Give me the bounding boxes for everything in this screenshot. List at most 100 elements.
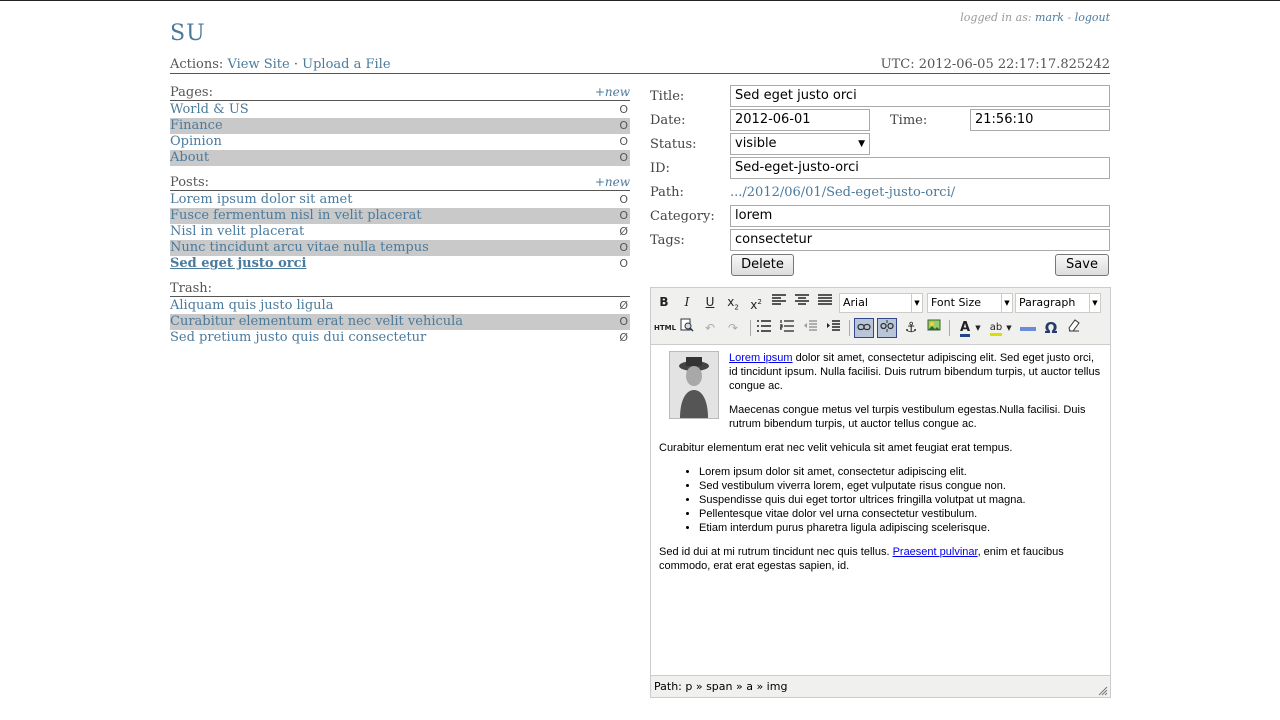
undo-icon[interactable]: ↶ bbox=[700, 318, 720, 338]
post-link[interactable]: Lorem ipsum dolor sit amet bbox=[170, 192, 352, 207]
page-link[interactable]: About bbox=[170, 150, 209, 165]
bold-icon[interactable]: B bbox=[654, 292, 674, 312]
id-input[interactable]: Sed-eget-justo-orci bbox=[730, 157, 1110, 179]
id-label: ID: bbox=[650, 161, 670, 176]
list-item[interactable]: About O bbox=[170, 150, 630, 166]
highlight-color-icon[interactable]: ab bbox=[986, 318, 1006, 338]
element-path[interactable]: Path: p » span » a » img bbox=[654, 680, 787, 693]
save-button[interactable]: Save bbox=[1055, 254, 1109, 276]
status-icon[interactable]: O bbox=[619, 150, 628, 166]
status-icon[interactable]: Ø bbox=[619, 224, 628, 240]
status-icon[interactable]: O bbox=[619, 240, 628, 256]
italic-icon[interactable]: I bbox=[677, 292, 697, 312]
text-color-icon[interactable]: A bbox=[955, 318, 975, 338]
editor-toolbar-row-1: B I U x2 x2 Arial ▼ Font Size ▼ Paragraph ▼ bbox=[651, 289, 1110, 315]
editor-link[interactable]: Praesent pulvinar bbox=[893, 546, 978, 558]
align-left-icon[interactable] bbox=[769, 292, 789, 312]
chevron-down-icon[interactable]: ▼ bbox=[1004, 318, 1014, 338]
align-justify-icon[interactable] bbox=[815, 292, 835, 312]
list-item[interactable]: Opinion O bbox=[170, 134, 630, 150]
tags-input[interactable]: consectetur bbox=[730, 229, 1110, 251]
chevron-down-icon: ▼ bbox=[858, 139, 865, 149]
list-item[interactable]: Lorem ipsum dolor sit amet O bbox=[170, 192, 630, 208]
font-family-select[interactable]: Arial ▼ bbox=[839, 293, 923, 313]
list-item[interactable]: Aliquam quis justo ligula Ø bbox=[170, 298, 630, 314]
logged-in-label: logged in as: bbox=[960, 11, 1032, 24]
chevron-down-icon[interactable]: ▼ bbox=[973, 318, 983, 338]
list-item[interactable]: Nunc tincidunt arcu vitae nulla tempus O bbox=[170, 240, 630, 256]
list-item: Lorem ipsum dolor sit amet, consectetur … bbox=[699, 465, 1102, 479]
html-source-icon[interactable]: HTML bbox=[654, 318, 676, 338]
list-item[interactable]: Finance O bbox=[170, 118, 630, 134]
logout-link[interactable]: logout bbox=[1075, 11, 1110, 24]
new-post-link[interactable]: +new bbox=[595, 175, 630, 189]
trash-link[interactable]: Aliquam quis justo ligula bbox=[170, 298, 333, 313]
outdent-icon[interactable] bbox=[800, 318, 820, 338]
delete-button[interactable]: Delete bbox=[731, 254, 794, 276]
list-item[interactable]: Curabitur elementum erat nec velit vehic… bbox=[170, 314, 630, 330]
horizontal-rule-icon[interactable] bbox=[1018, 318, 1038, 338]
bullet-list-icon[interactable] bbox=[754, 318, 774, 338]
site-logo[interactable]: SU bbox=[170, 21, 206, 46]
editor-content[interactable]: Lorem ipsum dolor sit amet, consectetur … bbox=[651, 344, 1110, 676]
post-link[interactable]: Nunc tincidunt arcu vitae nulla tempus bbox=[170, 240, 429, 255]
resize-grip-icon[interactable] bbox=[1098, 685, 1108, 696]
editor-link[interactable]: Lorem ipsum bbox=[729, 352, 793, 364]
editor-paragraph: Sed id dui at mi rutrum tincidunt nec qu… bbox=[659, 545, 1102, 573]
list-item-current[interactable]: Sed eget justo orci O bbox=[170, 256, 630, 272]
insert-image-icon[interactable] bbox=[924, 318, 944, 338]
redo-icon[interactable]: ↷ bbox=[723, 318, 743, 338]
status-icon[interactable]: Ø bbox=[619, 298, 628, 314]
clear-format-icon[interactable] bbox=[1064, 318, 1084, 338]
page-link[interactable]: World & US bbox=[170, 102, 249, 117]
preview-icon[interactable] bbox=[677, 318, 697, 338]
new-page-link[interactable]: +new bbox=[595, 85, 630, 99]
unlink-icon[interactable] bbox=[877, 318, 897, 338]
font-size-select[interactable]: Font Size ▼ bbox=[927, 293, 1013, 313]
superscript-icon[interactable]: x2 bbox=[746, 292, 766, 312]
view-site-link[interactable]: View Site bbox=[227, 57, 289, 72]
trash-section: Trash: Aliquam quis justo ligula Ø Curabi… bbox=[170, 281, 630, 346]
align-center-icon[interactable] bbox=[792, 292, 812, 312]
chevron-down-icon: ▼ bbox=[1089, 294, 1100, 312]
status-icon[interactable]: Ø bbox=[619, 330, 628, 346]
upload-file-link[interactable]: Upload a File bbox=[302, 57, 390, 72]
special-char-icon[interactable]: Ω bbox=[1041, 318, 1061, 338]
list-item[interactable]: Nisl in velit placerat Ø bbox=[170, 224, 630, 240]
trash-link[interactable]: Curabitur elementum erat nec velit vehic… bbox=[170, 314, 463, 329]
category-input[interactable]: lorem bbox=[730, 205, 1110, 227]
username-link[interactable]: mark bbox=[1035, 11, 1064, 24]
underline-icon[interactable]: U bbox=[700, 292, 720, 312]
status-icon[interactable]: O bbox=[619, 314, 628, 330]
status-icon[interactable]: O bbox=[619, 102, 628, 118]
status-icon[interactable]: O bbox=[619, 208, 628, 224]
status-icon[interactable]: O bbox=[619, 256, 628, 272]
block-format-value: Paragraph bbox=[1019, 296, 1076, 309]
post-link[interactable]: Sed eget justo orci bbox=[170, 256, 307, 271]
title-input[interactable]: Sed eget justo orci bbox=[730, 85, 1110, 107]
list-item[interactable]: Fusce fermentum nisl in velit placerat O bbox=[170, 208, 630, 224]
portrait-image[interactable] bbox=[669, 351, 719, 419]
status-select[interactable]: visible ▼ bbox=[730, 133, 870, 155]
anchor-icon[interactable]: ⚓ bbox=[901, 318, 921, 338]
post-link[interactable]: Fusce fermentum nisl in velit placerat bbox=[170, 208, 422, 223]
status-icon[interactable]: O bbox=[619, 134, 628, 150]
status-icon[interactable]: O bbox=[619, 118, 628, 134]
post-link[interactable]: Nisl in velit placerat bbox=[170, 224, 304, 239]
pages-title: Pages: bbox=[170, 85, 213, 100]
list-item[interactable]: Sed pretium justo quis dui consectetur Ø bbox=[170, 330, 630, 346]
time-input[interactable]: 21:56:10 bbox=[970, 109, 1110, 131]
pages-header: Pages: +new bbox=[170, 85, 630, 101]
block-format-select[interactable]: Paragraph ▼ bbox=[1015, 293, 1101, 313]
trash-link[interactable]: Sed pretium justo quis dui consectetur bbox=[170, 330, 426, 345]
subscript-icon[interactable]: x2 bbox=[723, 292, 743, 312]
list-item[interactable]: World & US O bbox=[170, 102, 630, 118]
date-input[interactable]: 2012-06-01 bbox=[730, 109, 870, 131]
indent-icon[interactable] bbox=[823, 318, 843, 338]
numbered-list-icon[interactable] bbox=[777, 318, 797, 338]
page-link[interactable]: Opinion bbox=[170, 134, 222, 149]
path-link[interactable]: .../2012/06/01/Sed-eget-justo-orci/ bbox=[730, 185, 955, 200]
status-icon[interactable]: O bbox=[619, 192, 628, 208]
page-link[interactable]: Finance bbox=[170, 118, 223, 133]
link-icon[interactable] bbox=[854, 318, 874, 338]
